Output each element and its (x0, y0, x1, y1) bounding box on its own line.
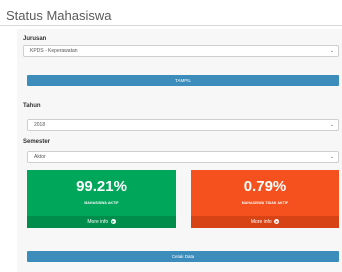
semester-select-value: Aktor (34, 154, 46, 160)
chevron-down-icon: ⌄ (329, 48, 334, 54)
arrow-circle-right-icon: ➤ (110, 219, 116, 225)
chevron-down-icon: ⌄ (329, 154, 334, 160)
tahun-label: Tahun (23, 103, 41, 109)
chevron-down-icon: ⌄ (329, 122, 334, 128)
cetak-data-button[interactable]: Cetak Data (27, 251, 339, 262)
tahun-select-value: 2018 (34, 122, 46, 128)
more-info-label: More info (87, 219, 109, 225)
tampil-button[interactable]: TAMPIL (27, 75, 339, 86)
semester-label: Semester (23, 139, 51, 145)
more-info-label: More info (250, 219, 272, 225)
stat-box-aktif: 99.21% MAHASISWA AKTIF More info ➤ (27, 170, 176, 228)
semester-select[interactable]: Aktor ⌄ (27, 151, 339, 163)
stat-caption-tidak-aktif: MAHASISWA TIDAK AKTIF (241, 201, 289, 205)
arrow-circle-right-icon: ➤ (274, 219, 280, 225)
stat-caption-aktif: MAHASISWA AKTIF (84, 201, 119, 205)
more-info-link-tidak-aktif[interactable]: More info ➤ (191, 216, 339, 228)
jurusan-select[interactable]: KPDS - Keperawatan ⌄ (23, 45, 339, 57)
tahun-select[interactable]: 2018 ⌄ (27, 119, 339, 131)
title-divider (0, 25, 342, 26)
stat-box-tidak-aktif: 0.79% MAHASISWA TIDAK AKTIF More info ➤ (191, 170, 339, 228)
jurusan-select-value: KPDS - Keperawatan (30, 48, 78, 54)
stat-value-tidak-aktif: 0.79% (243, 178, 287, 195)
stat-value-aktif: 99.21% (76, 178, 127, 195)
page-title: Status Mahasiswa (6, 8, 112, 23)
more-info-link-aktif[interactable]: More info ➤ (27, 216, 176, 228)
jurusan-label: Jurusan (23, 36, 47, 42)
filter-panel: Jurusan KPDS - Keperawatan ⌄ TAMPIL Tahu… (17, 29, 342, 272)
